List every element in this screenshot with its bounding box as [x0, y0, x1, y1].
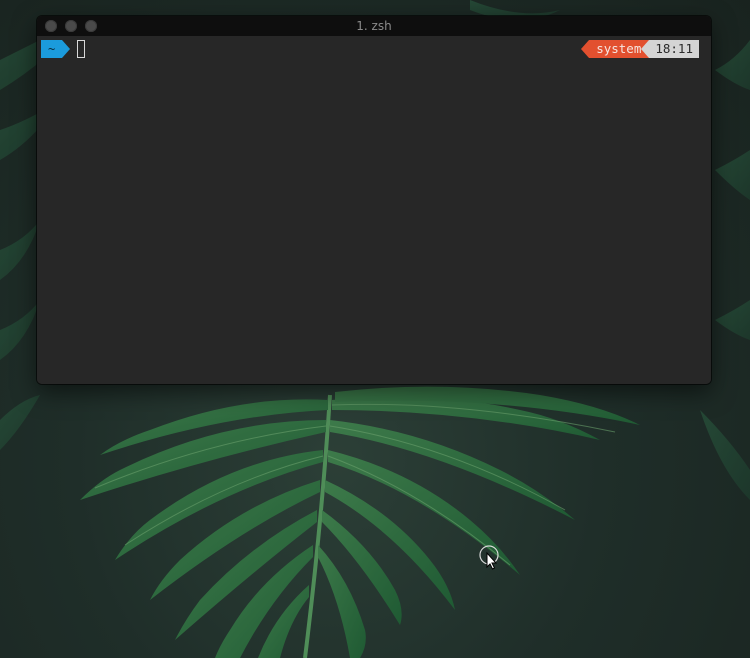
mouse-pointer-icon	[479, 545, 499, 570]
title-bar[interactable]: 1. zsh	[37, 16, 711, 36]
prompt-left: ~	[41, 40, 86, 58]
segment-separator-icon	[641, 40, 650, 58]
time-segment: 18:11	[649, 40, 699, 58]
window-title: 1. zsh	[356, 19, 392, 33]
segment-separator-icon	[581, 40, 590, 58]
environment-segment: system	[589, 40, 650, 58]
terminal-window[interactable]: 1. zsh ~ system 18:11	[37, 16, 711, 384]
prompt-right: system 18:11	[581, 40, 699, 58]
directory-segment: ~	[41, 40, 63, 58]
text-cursor	[77, 40, 86, 58]
segment-separator-icon	[62, 40, 71, 58]
terminal-body[interactable]: ~ system 18:11	[37, 36, 711, 384]
